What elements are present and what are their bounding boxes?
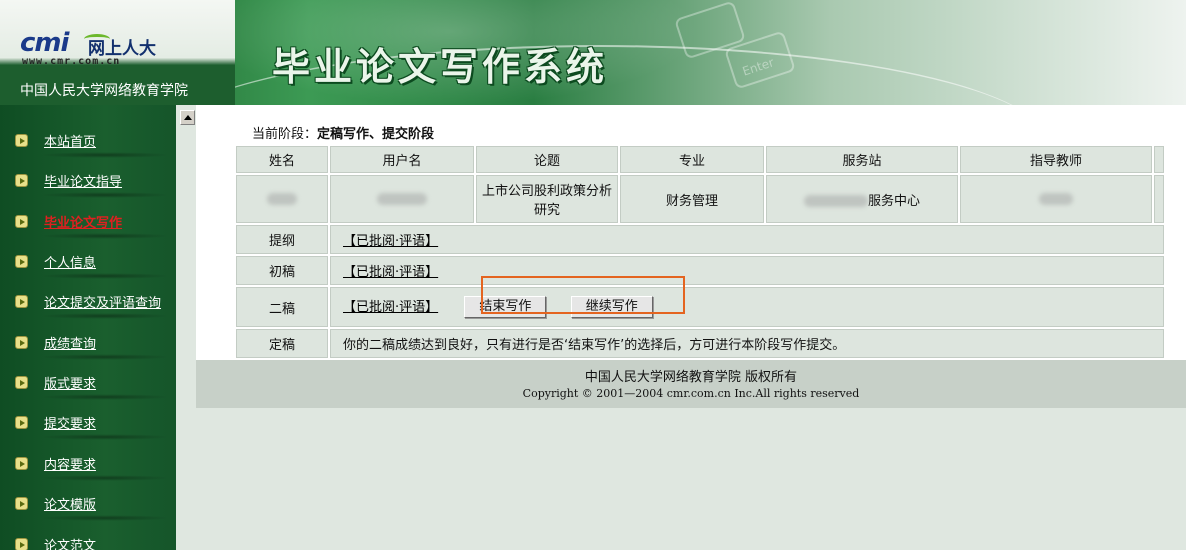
sidebar-item-label[interactable]: 论文范文 <box>44 535 96 550</box>
col-header-extra <box>1154 146 1165 173</box>
keyboard-graphic: Enter <box>675 2 795 88</box>
col-header-station: 服务站 <box>766 146 958 173</box>
row-label: 提纲 <box>236 225 328 254</box>
sidebar-nav: 本站首页 毕业论文指导 毕业论文写作 个人信息 论文提交及评语查询 成绩查询 版… <box>0 105 176 550</box>
table-row: 定稿 你的二稿成绩达到良好，只有进行是否‘结束写作’的选择后，方可进行本阶段写作… <box>236 329 1165 358</box>
sidebar-item-label[interactable]: 提交要求 <box>44 413 96 432</box>
row-label: 定稿 <box>236 329 328 358</box>
sidebar-item-label[interactable]: 毕业论文指导 <box>44 171 122 190</box>
sidebar-item-grades[interactable]: 成绩查询 <box>0 322 176 362</box>
extra-cell <box>1154 175 1165 223</box>
logo-url: www.cmr.com.cn <box>22 56 121 67</box>
topic-cell: 上市公司股利政策分析研究 <box>476 175 618 223</box>
review-link[interactable]: 【已批阅·评语】 <box>343 265 438 280</box>
major-cell: 财务管理 <box>620 175 764 223</box>
arrow-bullet-icon <box>15 133 28 147</box>
arrow-bullet-icon <box>15 537 28 550</box>
footer-copyright-en: Copyright © 2001—2004 cmr.com.cn Inc.All… <box>522 387 860 400</box>
row-content: 【已批阅·评语】 <box>330 256 1165 285</box>
sidebar-item-submission[interactable]: 论文提交及评语查询 <box>0 281 176 321</box>
school-name: 中国人民大学网络教育学院 <box>20 83 188 99</box>
scroll-up-icon[interactable] <box>180 110 195 125</box>
sidebar-item-label[interactable]: 内容要求 <box>44 454 96 473</box>
thesis-table: 姓名 用户名 论题 专业 服务站 指导教师 上市公司股利政策分析研究 财务管理 … <box>234 144 1167 360</box>
arrow-bullet-icon <box>15 173 28 187</box>
item-shadow <box>40 434 170 440</box>
col-header-advisor: 指导教师 <box>960 146 1152 173</box>
name-cell <box>236 175 328 223</box>
col-header-topic: 论题 <box>476 146 618 173</box>
arrow-bullet-icon <box>15 254 28 268</box>
username-cell <box>330 175 474 223</box>
sidebar-item-guidance[interactable]: 毕业论文指导 <box>0 160 176 200</box>
col-header-name: 姓名 <box>236 146 328 173</box>
advisor-cell <box>960 175 1152 223</box>
station-cell: 服务中心 <box>766 175 958 223</box>
item-shadow <box>40 313 170 319</box>
sidebar-item-samples[interactable]: 论文范文 <box>0 524 176 550</box>
table-row: 初稿 【已批阅·评语】 <box>236 256 1165 285</box>
main-content: 当前阶段：定稿写作、提交阶段 姓名 用户名 论题 专业 服务站 指导教师 上市公… <box>176 105 1186 550</box>
arrow-bullet-icon <box>15 415 28 429</box>
table-row: 二稿 【已批阅·评语】 结束写作 继续写作 <box>236 287 1165 327</box>
table-row: 上市公司股利政策分析研究 财务管理 服务中心 <box>236 175 1165 223</box>
item-shadow <box>40 273 170 279</box>
review-link[interactable]: 【已批阅·评语】 <box>343 300 438 315</box>
row-label: 初稿 <box>236 256 328 285</box>
page-header: Enter cmi 网上人大 www.cmr.com.cn 中国人民大学网络教育… <box>0 0 1186 105</box>
sidebar-item-submit-req[interactable]: 提交要求 <box>0 402 176 442</box>
col-header-major: 专业 <box>620 146 764 173</box>
site-logo[interactable]: cmi 网上人大 www.cmr.com.cn <box>20 28 190 67</box>
redacted-advisor <box>1039 193 1073 205</box>
row-content: 【已批阅·评语】 结束写作 继续写作 <box>330 287 1165 327</box>
buttons-highlight-box <box>481 276 685 314</box>
logo-mark: cmi <box>20 28 69 58</box>
redacted-name <box>267 193 297 205</box>
current-stage: 当前阶段：定稿写作、提交阶段 <box>252 123 434 142</box>
arrow-bullet-icon <box>15 294 28 308</box>
sidebar-item-label[interactable]: 论文模版 <box>44 494 96 513</box>
sidebar-item-label[interactable]: 论文提交及评语查询 <box>44 292 161 311</box>
item-shadow <box>40 515 170 521</box>
page-footer: 中国人民大学网络教育学院 版权所有 Copyright © 2001—2004 … <box>196 360 1186 408</box>
sidebar-item-format[interactable]: 版式要求 <box>0 362 176 402</box>
sidebar-item-writing[interactable]: 毕业论文写作 <box>0 201 176 241</box>
redacted-station <box>803 195 868 207</box>
arrow-bullet-icon <box>15 214 28 228</box>
review-link[interactable]: 【已批阅·评语】 <box>343 234 438 249</box>
sidebar-item-content-req[interactable]: 内容要求 <box>0 443 176 483</box>
item-shadow <box>40 475 170 481</box>
item-shadow <box>40 152 170 158</box>
item-shadow <box>40 354 170 360</box>
arrow-bullet-icon <box>15 456 28 470</box>
sidebar-item-template[interactable]: 论文模版 <box>0 483 176 523</box>
sidebar-item-profile[interactable]: 个人信息 <box>0 241 176 281</box>
arrow-bullet-icon <box>15 335 28 349</box>
sidebar-item-label[interactable]: 毕业论文写作 <box>44 212 122 231</box>
sidebar-item-label[interactable]: 版式要求 <box>44 373 96 392</box>
redacted-username <box>377 193 427 205</box>
sidebar-item-label[interactable]: 成绩查询 <box>44 333 96 352</box>
item-shadow <box>40 192 170 198</box>
footer-copyright-cn: 中国人民大学网络教育学院 版权所有 <box>584 370 798 385</box>
sidebar-item-label[interactable]: 本站首页 <box>44 131 96 150</box>
table-row: 提纲 【已批阅·评语】 <box>236 225 1165 254</box>
row-content: 【已批阅·评语】 <box>330 225 1165 254</box>
stage-label: 当前阶段： <box>252 127 318 142</box>
item-shadow <box>40 394 170 400</box>
station-suffix: 服务中心 <box>867 193 920 209</box>
item-shadow <box>40 233 170 239</box>
arrow-bullet-icon <box>15 375 28 389</box>
row-label: 二稿 <box>236 287 328 327</box>
sidebar-item-home[interactable]: 本站首页 <box>0 120 176 160</box>
arrow-bullet-icon <box>15 496 28 510</box>
svg-text:Enter: Enter <box>741 55 776 78</box>
system-title: 毕业论文写作系统 <box>272 45 609 89</box>
col-header-username: 用户名 <box>330 146 474 173</box>
sidebar-item-label[interactable]: 个人信息 <box>44 252 96 271</box>
final-note: 你的二稿成绩达到良好，只有进行是否‘结束写作’的选择后，方可进行本阶段写作提交。 <box>330 329 1165 358</box>
stage-value: 定稿写作、提交阶段 <box>317 127 435 142</box>
table-header-row: 姓名 用户名 论题 专业 服务站 指导教师 <box>236 146 1165 173</box>
